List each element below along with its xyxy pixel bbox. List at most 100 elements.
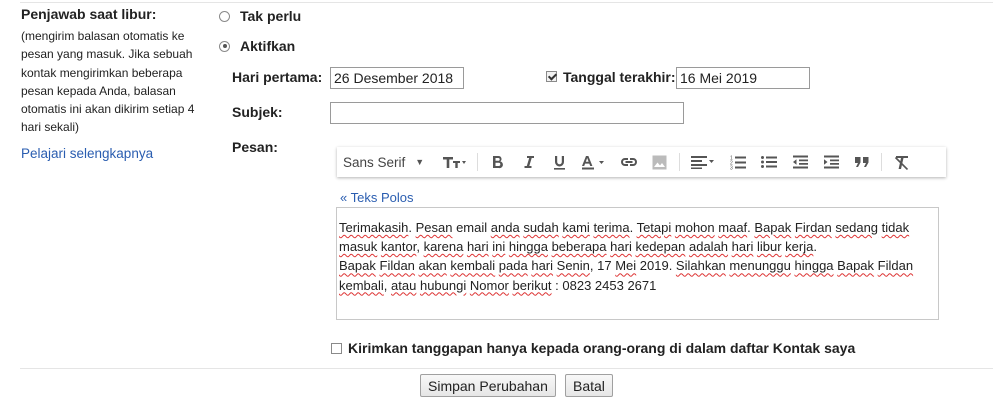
message-word: Pesan: [415, 220, 453, 235]
radio-off[interactable]: [219, 10, 230, 22]
subject-input[interactable]: [330, 102, 684, 124]
radio-option-off[interactable]: Tak perlu: [219, 8, 301, 24]
cancel-button[interactable]: Batal: [565, 374, 613, 397]
message-editor[interactable]: Terimakasih. Pesan email anda sudah kami…: [336, 207, 939, 320]
message-word: Nomor: [469, 277, 509, 293]
message-text: : 0823 2453 2671: [551, 277, 657, 293]
contacts-only-checkbox[interactable]: [331, 342, 342, 354]
message-word: sedang: [835, 220, 879, 235]
message-word: sudah: [523, 220, 559, 235]
insert-image-button[interactable]: [644, 149, 675, 175]
message-word: hari: [610, 239, 632, 255]
toolbar-separator: [477, 153, 478, 171]
message-word: kerja: [785, 239, 814, 255]
message-word: ini: [492, 239, 506, 255]
message-word: adalah: [688, 239, 729, 255]
clear-format-icon: [894, 155, 910, 170]
text-color-icon: [581, 155, 607, 170]
save-changes-button[interactable]: Simpan Perubahan: [420, 374, 556, 397]
message-line-3: Bapak Fildan akan kembali pada hari Seni…: [339, 256, 936, 275]
top-divider: [20, 2, 993, 3]
message-word: hingga: [508, 239, 548, 255]
message-text: .: [408, 220, 416, 235]
message-label: Pesan:: [232, 139, 278, 155]
contacts-only-label: Kirimkan tanggapan hanya kepada orang-or…: [348, 340, 856, 356]
italic-icon: [523, 155, 535, 169]
message-line-4: kembali, atau hubungi Nomor berikut : 08…: [339, 276, 936, 295]
contacts-only-option[interactable]: Kirimkan tanggapan hanya kepada orang-or…: [331, 340, 855, 356]
last-day-input[interactable]: [676, 67, 810, 89]
link-icon: [620, 157, 638, 167]
message-line-2: masuk kantor, karena hari ini hingga beb…: [339, 237, 936, 256]
underline-button[interactable]: [544, 149, 575, 175]
link-button[interactable]: [613, 149, 644, 175]
toolbar-separator: [881, 153, 882, 171]
message-line-1: Terimakasih. Pesan email anda sudah kami…: [339, 218, 936, 237]
toolbar-separator: [679, 153, 680, 171]
message-word: kantor: [380, 239, 417, 255]
remove-formatting-button[interactable]: [886, 149, 917, 175]
message-word: kembali: [339, 277, 384, 293]
section-title: Penjawab saat libur:: [21, 6, 157, 22]
plain-text-link[interactable]: « Teks Polos: [340, 190, 413, 205]
message-word: Firdan: [794, 220, 832, 235]
italic-button[interactable]: [513, 149, 544, 175]
section-description: (mengirim balasan otomatis ke pesan yang…: [21, 29, 195, 135]
numbered-list-icon: 123: [730, 155, 746, 170]
first-day-label: Hari pertama:: [232, 69, 323, 85]
chevron-down-icon: ▼: [415, 157, 425, 167]
align-left-icon: [690, 155, 716, 169]
message-text: email: [452, 220, 491, 235]
text-color-button[interactable]: [575, 149, 613, 175]
radio-on[interactable]: [219, 40, 230, 52]
bulleted-list-button[interactable]: [753, 149, 784, 175]
quote-button[interactable]: [846, 149, 877, 175]
message-word: kedepan: [635, 239, 686, 255]
message-word: masuk: [339, 239, 378, 255]
message-word: Bapak: [339, 258, 376, 274]
message-text: .: [629, 220, 637, 235]
learn-more-link[interactable]: Pelajari selengkapnya: [21, 146, 153, 161]
message-word: hari: [466, 239, 489, 255]
quote-icon: [854, 157, 869, 167]
message-text: 2019.: [636, 258, 676, 274]
message-word: pada: [498, 258, 528, 274]
message-word: beberapa: [551, 239, 607, 255]
font-size-button[interactable]: [435, 149, 473, 175]
indent-button[interactable]: [815, 149, 846, 175]
subject-label: Subjek:: [232, 104, 283, 120]
numbered-list-button[interactable]: 123: [722, 149, 753, 175]
radio-option-on[interactable]: Aktifkan: [219, 38, 295, 54]
last-day-checkbox[interactable]: [546, 71, 557, 82]
message-word: menunggu: [729, 258, 791, 274]
message-word: maaf: [718, 220, 748, 235]
message-text: , 17: [589, 258, 616, 274]
message-word: Mei: [615, 258, 637, 274]
radio-on-label: Aktifkan: [240, 38, 296, 54]
message-word: atau: [391, 277, 417, 293]
outdent-button[interactable]: [784, 149, 815, 175]
message-word: karena: [423, 239, 464, 255]
bulleted-list-icon: [760, 155, 777, 169]
bold-button[interactable]: [482, 149, 513, 175]
message-word: mohon: [674, 220, 715, 235]
text-size-icon: [442, 155, 466, 169]
message-word: berikut: [512, 277, 552, 293]
message-word: akan: [418, 258, 447, 274]
radio-off-label: Tak perlu: [240, 8, 302, 24]
message-word: Fildan: [379, 258, 415, 274]
bold-icon: [492, 155, 504, 169]
last-day-label: Tanggal terakhir:: [563, 69, 676, 85]
message-word: Terimakasih: [339, 220, 409, 235]
message-word: libur: [756, 239, 782, 255]
message-word: hingga: [794, 258, 834, 274]
message-word: hari: [731, 239, 754, 255]
message-word: Bapak: [837, 258, 875, 274]
outdent-icon: [792, 155, 808, 169]
message-word: tidak: [881, 220, 910, 235]
align-button[interactable]: [684, 149, 722, 175]
message-word: terima: [593, 220, 630, 235]
font-family-dropdown[interactable]: Sans Serif ▼: [343, 155, 435, 170]
message-word: kami: [562, 220, 590, 235]
first-day-input[interactable]: [330, 67, 464, 89]
